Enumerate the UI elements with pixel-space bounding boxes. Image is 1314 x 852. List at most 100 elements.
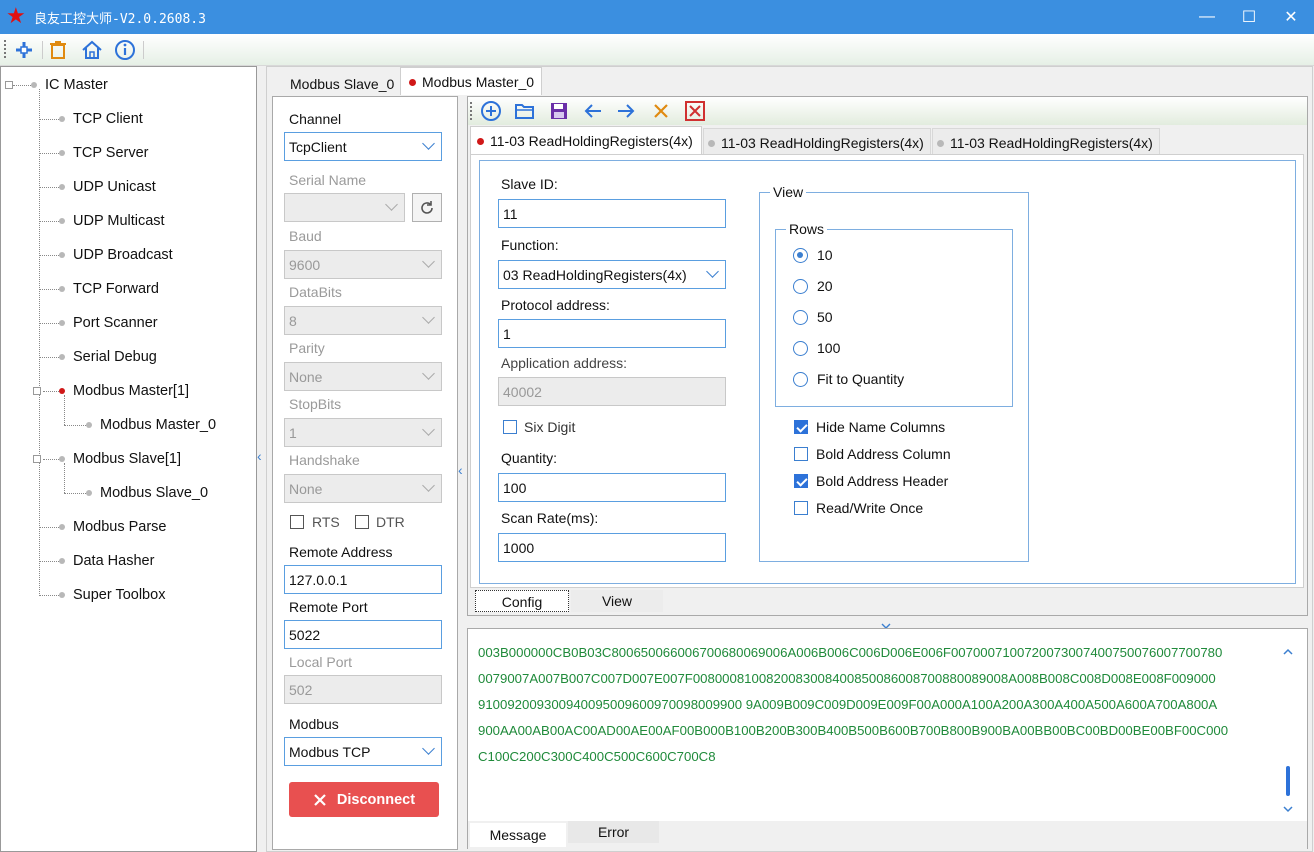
- handshake-select[interactable]: None: [284, 474, 442, 503]
- protocol-address-label: Protocol address:: [501, 297, 610, 313]
- remove-all-icon[interactable]: [682, 98, 708, 124]
- tree-item-modbus-slave[interactable]: Modbus Slave[1]: [73, 451, 181, 467]
- bold-address-column-label: Bold Address Column: [816, 446, 951, 462]
- delete-icon[interactable]: [45, 37, 71, 63]
- hide-name-columns-checkbox[interactable]: [794, 420, 808, 434]
- six-digit-label: Six Digit: [524, 419, 576, 435]
- parity-select[interactable]: None: [284, 362, 442, 391]
- read-write-once-label: Read/Write Once: [816, 500, 924, 516]
- serial-name-select[interactable]: [284, 193, 405, 222]
- bold-address-header-checkbox[interactable]: [794, 474, 808, 488]
- maximize-button[interactable]: ☐: [1226, 0, 1272, 34]
- rows-radio-10[interactable]: [793, 248, 808, 263]
- request-toolbar: [468, 97, 1307, 125]
- minimize-button[interactable]: —: [1184, 0, 1230, 34]
- baud-select[interactable]: 9600: [284, 250, 442, 279]
- inactive-dot-icon: [708, 140, 715, 147]
- function-select[interactable]: 03 ReadHoldingRegisters(4x): [498, 260, 726, 289]
- remote-port-input[interactable]: 5022: [284, 620, 442, 649]
- tab-error[interactable]: Error: [568, 821, 659, 843]
- tree-item-port-scanner[interactable]: Port Scanner: [73, 315, 158, 331]
- tree-item-tcp-forward[interactable]: TCP Forward: [73, 281, 159, 297]
- home-icon[interactable]: [79, 37, 105, 63]
- stopbits-select[interactable]: 1: [284, 418, 442, 447]
- rows-radio-fit-to-quantity[interactable]: [793, 372, 808, 387]
- channel-select[interactable]: TcpClient: [284, 132, 442, 161]
- remote-address-input[interactable]: 127.0.0.1: [284, 565, 442, 594]
- tree-item-tcp-server[interactable]: TCP Server: [73, 145, 148, 161]
- tree-item-serial-debug[interactable]: Serial Debug: [73, 349, 157, 365]
- tree-item-tcp-client[interactable]: TCP Client: [73, 111, 143, 127]
- window-title: 良友工控大师-V2.0.2608.3: [34, 12, 206, 27]
- log-panel: [467, 628, 1308, 849]
- tree-root-ic-master[interactable]: IC Master: [45, 77, 108, 93]
- rts-checkbox[interactable]: [290, 515, 304, 529]
- info-icon[interactable]: [112, 37, 138, 63]
- tab-request-0[interactable]: 11-03 ReadHoldingRegisters(4x): [470, 126, 702, 154]
- tree-item-modbus-parse[interactable]: Modbus Parse: [73, 519, 167, 535]
- tree-item-super-toolbox[interactable]: Super Toolbox: [73, 587, 165, 603]
- active-dot-icon: [409, 79, 416, 86]
- splitter-chevron-icon[interactable]: [881, 617, 891, 629]
- local-port-label: Local Port: [289, 654, 353, 670]
- disconnect-button[interactable]: Disconnect: [289, 782, 439, 817]
- tab-request-1[interactable]: 11-03 ReadHoldingRegisters(4x): [703, 128, 931, 154]
- tree-item-data-hasher[interactable]: Data Hasher: [73, 553, 154, 569]
- chevron-down-icon: [422, 311, 435, 324]
- tree-expander[interactable]: [33, 387, 41, 395]
- tree-item-udp-broadcast[interactable]: UDP Broadcast: [73, 247, 173, 263]
- tree-expander[interactable]: [5, 81, 13, 89]
- chevron-down-icon: [422, 367, 435, 380]
- tab-modbus-slave-0[interactable]: Modbus Slave_0: [280, 70, 398, 96]
- tab-view[interactable]: View: [571, 590, 663, 612]
- open-folder-icon[interactable]: [512, 98, 538, 124]
- tree-item-modbus-master[interactable]: Modbus Master[1]: [73, 383, 189, 399]
- scrollbar-thumb[interactable]: [1286, 766, 1290, 796]
- tree-item-udp-unicast[interactable]: UDP Unicast: [73, 179, 156, 195]
- arrow-right-icon[interactable]: [613, 98, 639, 124]
- slave-id-input[interactable]: 11: [498, 199, 726, 228]
- chevron-down-icon: [422, 742, 435, 755]
- rows-radio-20[interactable]: [793, 279, 808, 294]
- rows-radio-100[interactable]: [793, 341, 808, 356]
- chevron-down-icon: [422, 255, 435, 268]
- channel-collapse-icon[interactable]: ‹: [458, 462, 463, 478]
- modbus-select[interactable]: Modbus TCP: [284, 737, 442, 766]
- refresh-button[interactable]: [412, 193, 442, 222]
- protocol-address-input[interactable]: 1: [498, 319, 726, 348]
- title-bar[interactable]: ★ 良友工控大师-V2.0.2608.3 — ☐ ✕: [0, 0, 1314, 34]
- application-address-input[interactable]: 40002: [498, 377, 726, 406]
- tab-config[interactable]: Config: [475, 590, 569, 612]
- local-port-input[interactable]: 502: [284, 675, 442, 704]
- tree-item-udp-multicast[interactable]: UDP Multicast: [73, 213, 165, 229]
- tab-message[interactable]: Message: [470, 823, 566, 847]
- close-button[interactable]: ✕: [1268, 0, 1314, 34]
- scan-rate-input[interactable]: 1000: [498, 533, 726, 562]
- tree-collapse-icon[interactable]: ‹: [257, 448, 262, 464]
- log-line: 003B000000CB0B03C80065006600670068006900…: [478, 645, 1223, 660]
- scroll-up-icon[interactable]: [1282, 643, 1294, 655]
- handshake-label: Handshake: [289, 452, 360, 468]
- arrow-left-icon[interactable]: [580, 98, 606, 124]
- databits-select[interactable]: 8: [284, 306, 442, 335]
- quantity-input[interactable]: 100: [498, 473, 726, 502]
- dtr-checkbox[interactable]: [355, 515, 369, 529]
- save-icon[interactable]: [546, 98, 572, 124]
- tab-modbus-master-0[interactable]: Modbus Master_0: [400, 67, 542, 95]
- read-write-once-checkbox[interactable]: [794, 501, 808, 515]
- add-icon[interactable]: [11, 37, 37, 63]
- slave-id-label: Slave ID:: [501, 176, 558, 192]
- chevron-down-icon: [385, 198, 398, 211]
- six-digit-checkbox[interactable]: [503, 420, 517, 434]
- tree-expander[interactable]: [33, 455, 41, 463]
- bold-address-column-checkbox[interactable]: [794, 447, 808, 461]
- chevron-down-icon: [706, 265, 719, 278]
- rows-radio-50[interactable]: [793, 310, 808, 325]
- tree-item-modbus-slave-0[interactable]: Modbus Slave_0: [100, 485, 208, 501]
- tab-request-2[interactable]: 11-03 ReadHoldingRegisters(4x): [932, 128, 1160, 154]
- scroll-down-icon[interactable]: [1282, 800, 1294, 813]
- remove-icon[interactable]: [648, 98, 674, 124]
- add-request-icon[interactable]: [478, 98, 504, 124]
- baud-label: Baud: [289, 228, 322, 244]
- tree-item-modbus-master-0[interactable]: Modbus Master_0: [100, 417, 216, 433]
